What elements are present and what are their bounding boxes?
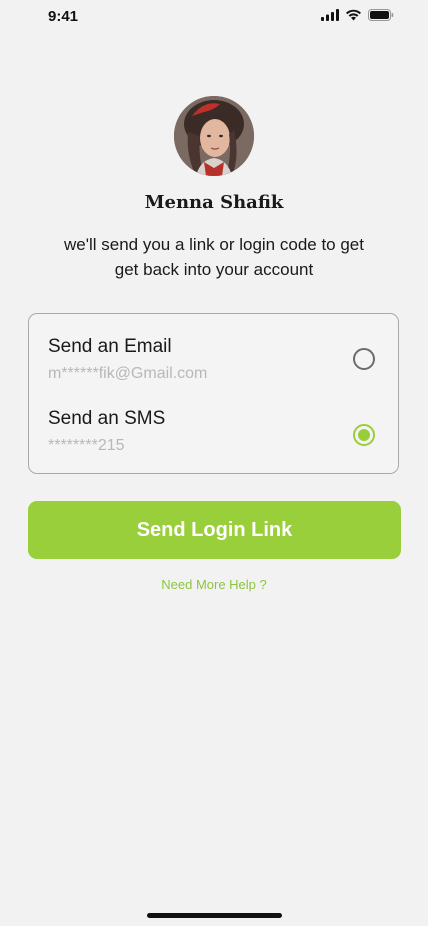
info-text: we'll send you a link or login code to g…	[64, 235, 364, 279]
battery-icon	[368, 9, 394, 21]
status-bar: 9:41	[0, 0, 428, 34]
email-option-title: Send an Email	[48, 336, 172, 357]
send-login-link-button[interactable]: Send Login Link	[28, 501, 401, 559]
email-radio[interactable]	[353, 348, 375, 370]
email-option[interactable]: Send an Email m******fik@Gmail.com	[29, 324, 398, 394]
email-masked-address: m******fik@Gmail.com	[48, 365, 208, 382]
need-more-help-link[interactable]: Need More Help ?	[0, 577, 428, 592]
status-icons	[321, 9, 394, 21]
home-indicator[interactable]	[147, 913, 282, 918]
delivery-options-card: Send an Email m******fik@Gmail.com Send …	[28, 313, 399, 474]
avatar	[174, 96, 254, 176]
sms-radio[interactable]	[353, 424, 375, 446]
sms-option-title: Send an SMS	[48, 408, 166, 429]
status-time: 9:41	[48, 8, 79, 25]
user-name: Menna Shafik	[144, 192, 284, 213]
sms-option[interactable]: Send an SMS ********215	[29, 396, 398, 466]
wifi-icon	[345, 9, 362, 21]
signal-icon	[321, 9, 339, 21]
sms-masked-number: ********215	[48, 437, 125, 454]
